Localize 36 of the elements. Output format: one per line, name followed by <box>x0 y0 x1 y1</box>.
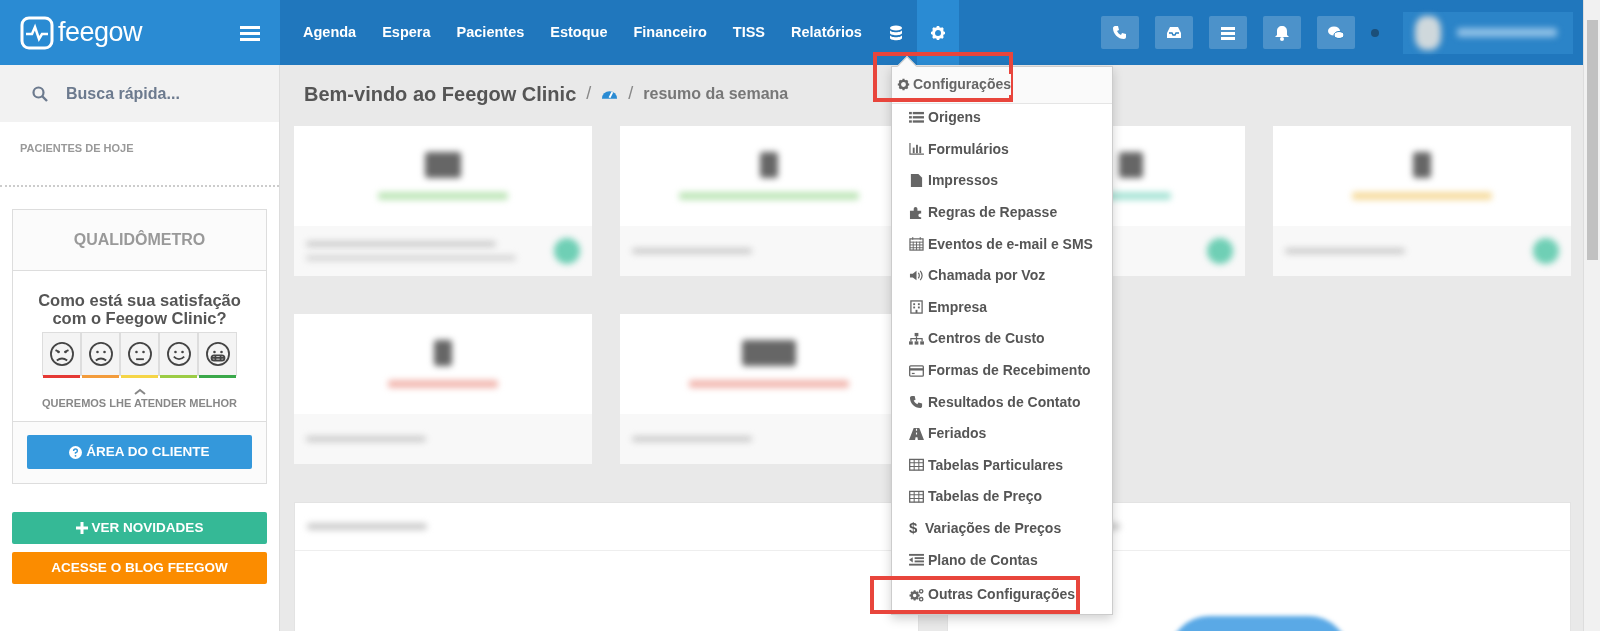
survey-caption: QUEREMOS LHE ATENDER MELHOR <box>41 395 238 411</box>
menu-item[interactable]: Eventos de e-mail e SMS <box>891 228 1113 260</box>
menu-item[interactable]: Empresa <box>891 291 1113 324</box>
nav-link[interactable]: Espera <box>369 0 444 65</box>
menu-item[interactable]: Feriados <box>891 417 1113 450</box>
nav-link[interactable]: Estoque <box>537 0 621 65</box>
menu-item[interactable]: Centros de Custo <box>891 323 1113 355</box>
dropdown-header: Configurações <box>873 52 1013 102</box>
menu-item[interactable]: $ Variações de Preços <box>891 512 1113 545</box>
nav-link[interactable]: Pacientes <box>443 0 538 65</box>
survey-question: Como está sua satisfação com o Feegow Clinic? <box>37 290 242 327</box>
menu-item[interactable]: Outras Configurações <box>870 575 1080 614</box>
page-title: Bem-vindo ao Feegow Clinic <box>304 81 577 107</box>
menu-item[interactable]: Regras de Repasse <box>891 196 1113 229</box>
dollar-icon: $ <box>909 517 921 540</box>
menu-item[interactable]: Chamada por Voz <box>891 259 1113 292</box>
nav-link[interactable]: TISS <box>719 0 779 65</box>
menu-item[interactable]: Tabelas de Preço <box>891 481 1113 513</box>
nav-link[interactable]: Financeiro <box>620 0 720 65</box>
menu-item[interactable]: Formas de Recebimento <box>891 354 1113 387</box>
nav-link[interactable]: Relatórios <box>778 0 875 65</box>
menu-item[interactable]: Impressos <box>891 165 1113 197</box>
brand-name: feegow <box>58 16 143 50</box>
menu-item[interactable]: Origens <box>891 102 1113 134</box>
menu-item[interactable]: Plano de Contas <box>891 544 1113 576</box>
nav-link[interactable]: Agenda <box>290 0 370 65</box>
breadcrumb-separator: / <box>586 82 592 105</box>
menu-item[interactable]: Formulários <box>891 133 1113 166</box>
search-bar[interactable]: Busca rápida... <box>0 65 279 122</box>
search-field[interactable]: Busca rápida... <box>64 80 264 107</box>
section-title: PACIENTES DE HOJE <box>0 122 279 187</box>
breadcrumb-separator: / <box>628 82 634 105</box>
breadcrumb-current: resumo da semana <box>643 83 789 104</box>
menu-item[interactable]: Tabelas Particulares <box>891 449 1113 482</box>
menu-item[interactable]: Resultados de Contato <box>891 386 1113 418</box>
card-title: QUALIDÔMETRO <box>13 209 266 271</box>
